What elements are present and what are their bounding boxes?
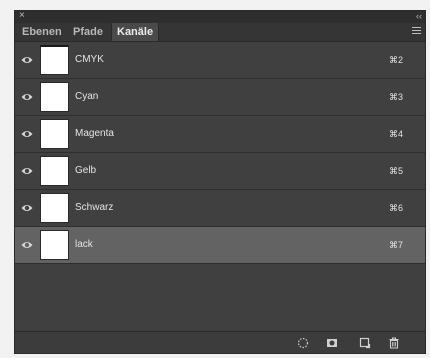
channel-row-cmyk[interactable]: CMYK ⌘2	[15, 42, 425, 79]
channel-thumbnail	[40, 82, 69, 112]
channel-thumbnail	[40, 230, 69, 260]
tab-kanaele[interactable]: Kanäle	[111, 23, 160, 41]
save-selection-icon[interactable]	[326, 337, 338, 349]
channels-panel: × ‹‹ Ebenen Pfade Kanäle CMYK ⌘2 Cyan ⌘3…	[14, 10, 426, 354]
channel-row-schwarz[interactable]: Schwarz ⌘6	[15, 190, 425, 227]
channel-row-magenta[interactable]: Magenta ⌘4	[15, 116, 425, 153]
channel-shortcut: ⌘7	[388, 240, 403, 250]
load-selection-icon[interactable]	[297, 337, 309, 349]
eye-icon[interactable]	[21, 203, 33, 213]
channel-shortcut: ⌘2	[388, 55, 403, 65]
channel-name: Schwarz	[75, 202, 114, 213]
collapse-icon[interactable]: ‹‹	[416, 10, 422, 22]
eye-icon[interactable]	[21, 55, 33, 65]
eye-icon[interactable]	[21, 92, 33, 102]
new-channel-icon[interactable]	[359, 337, 371, 349]
close-icon[interactable]: ×	[19, 10, 25, 22]
channel-thumbnail	[40, 119, 69, 149]
channel-shortcut: ⌘4	[388, 129, 403, 139]
tab-pfade[interactable]: Pfade	[68, 23, 108, 41]
panel-footer	[15, 331, 425, 353]
eye-icon[interactable]	[21, 129, 33, 139]
channel-shortcut: ⌘5	[388, 166, 403, 176]
channel-row-gelb[interactable]: Gelb ⌘5	[15, 153, 425, 190]
channel-row-lack[interactable]: lack ⌘7	[15, 227, 425, 264]
eye-icon[interactable]	[21, 166, 33, 176]
channel-row-cyan[interactable]: Cyan ⌘3	[15, 79, 425, 116]
channel-thumbnail	[40, 193, 69, 223]
channel-name: Gelb	[75, 165, 97, 176]
channel-name: Magenta	[75, 128, 114, 139]
channel-name: Cyan	[75, 91, 99, 102]
channel-thumbnail	[40, 45, 69, 75]
channel-name: CMYK	[75, 54, 104, 65]
panel-titlebar: × ‹‹	[15, 10, 425, 23]
tab-ebenen[interactable]: Ebenen	[17, 23, 67, 41]
channel-shortcut: ⌘6	[388, 203, 403, 213]
channel-name: lack	[75, 239, 93, 250]
eye-icon[interactable]	[21, 240, 33, 250]
tab-bar: Ebenen Pfade Kanäle	[15, 23, 425, 42]
panel-menu-icon[interactable]	[412, 27, 421, 36]
channel-shortcut: ⌘3	[388, 92, 403, 102]
trash-icon[interactable]	[388, 337, 400, 349]
channel-list: CMYK ⌘2 Cyan ⌘3 Magenta ⌘4 Gelb ⌘5 Schwa…	[15, 42, 425, 333]
channel-thumbnail	[40, 156, 69, 186]
